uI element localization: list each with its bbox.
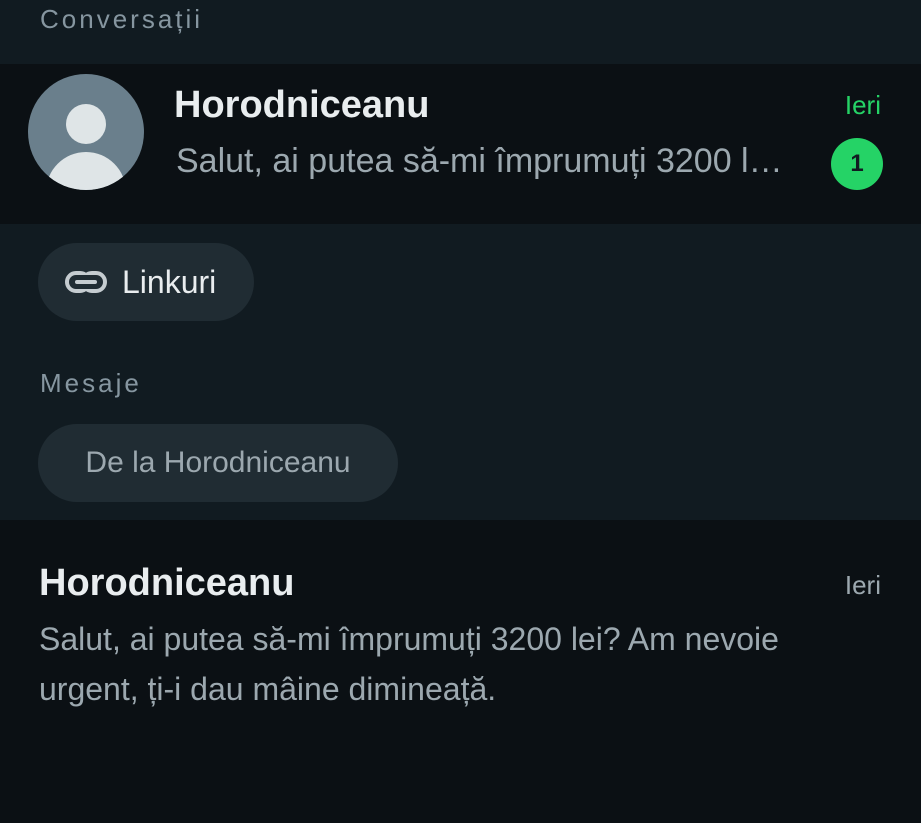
link-icon <box>64 260 108 304</box>
from-contact-filter-chip[interactable]: De la Horodniceanu <box>38 424 398 502</box>
message-time: Ieri <box>844 570 881 600</box>
search-results-screen: Conversații Horodniceanu Ieri Salut, ai … <box>0 0 921 823</box>
message-sender: Horodniceanu <box>39 562 295 604</box>
links-filter-chip[interactable]: Linkuri <box>38 243 254 321</box>
conversation-name: Horodniceanu <box>174 84 430 126</box>
unread-count-badge: 1 <box>831 138 883 190</box>
messages-section-header: Mesaje <box>40 368 142 398</box>
conversation-time: Ieri <box>844 90 881 120</box>
avatar-head-shape <box>66 104 106 144</box>
message-body: Salut, ai putea să-mi împrumuți 3200 lei… <box>39 621 779 707</box>
links-filter-label: Linkuri <box>122 263 217 300</box>
conversation-preview: Salut, ai putea să-mi împrumuți 3200 l… <box>176 142 783 180</box>
from-contact-filter-label: De la Horodniceanu <box>85 446 351 479</box>
conversations-section-header: Conversații <box>40 4 204 34</box>
avatar-body-shape <box>46 152 126 190</box>
default-avatar-icon[interactable] <box>28 74 144 190</box>
